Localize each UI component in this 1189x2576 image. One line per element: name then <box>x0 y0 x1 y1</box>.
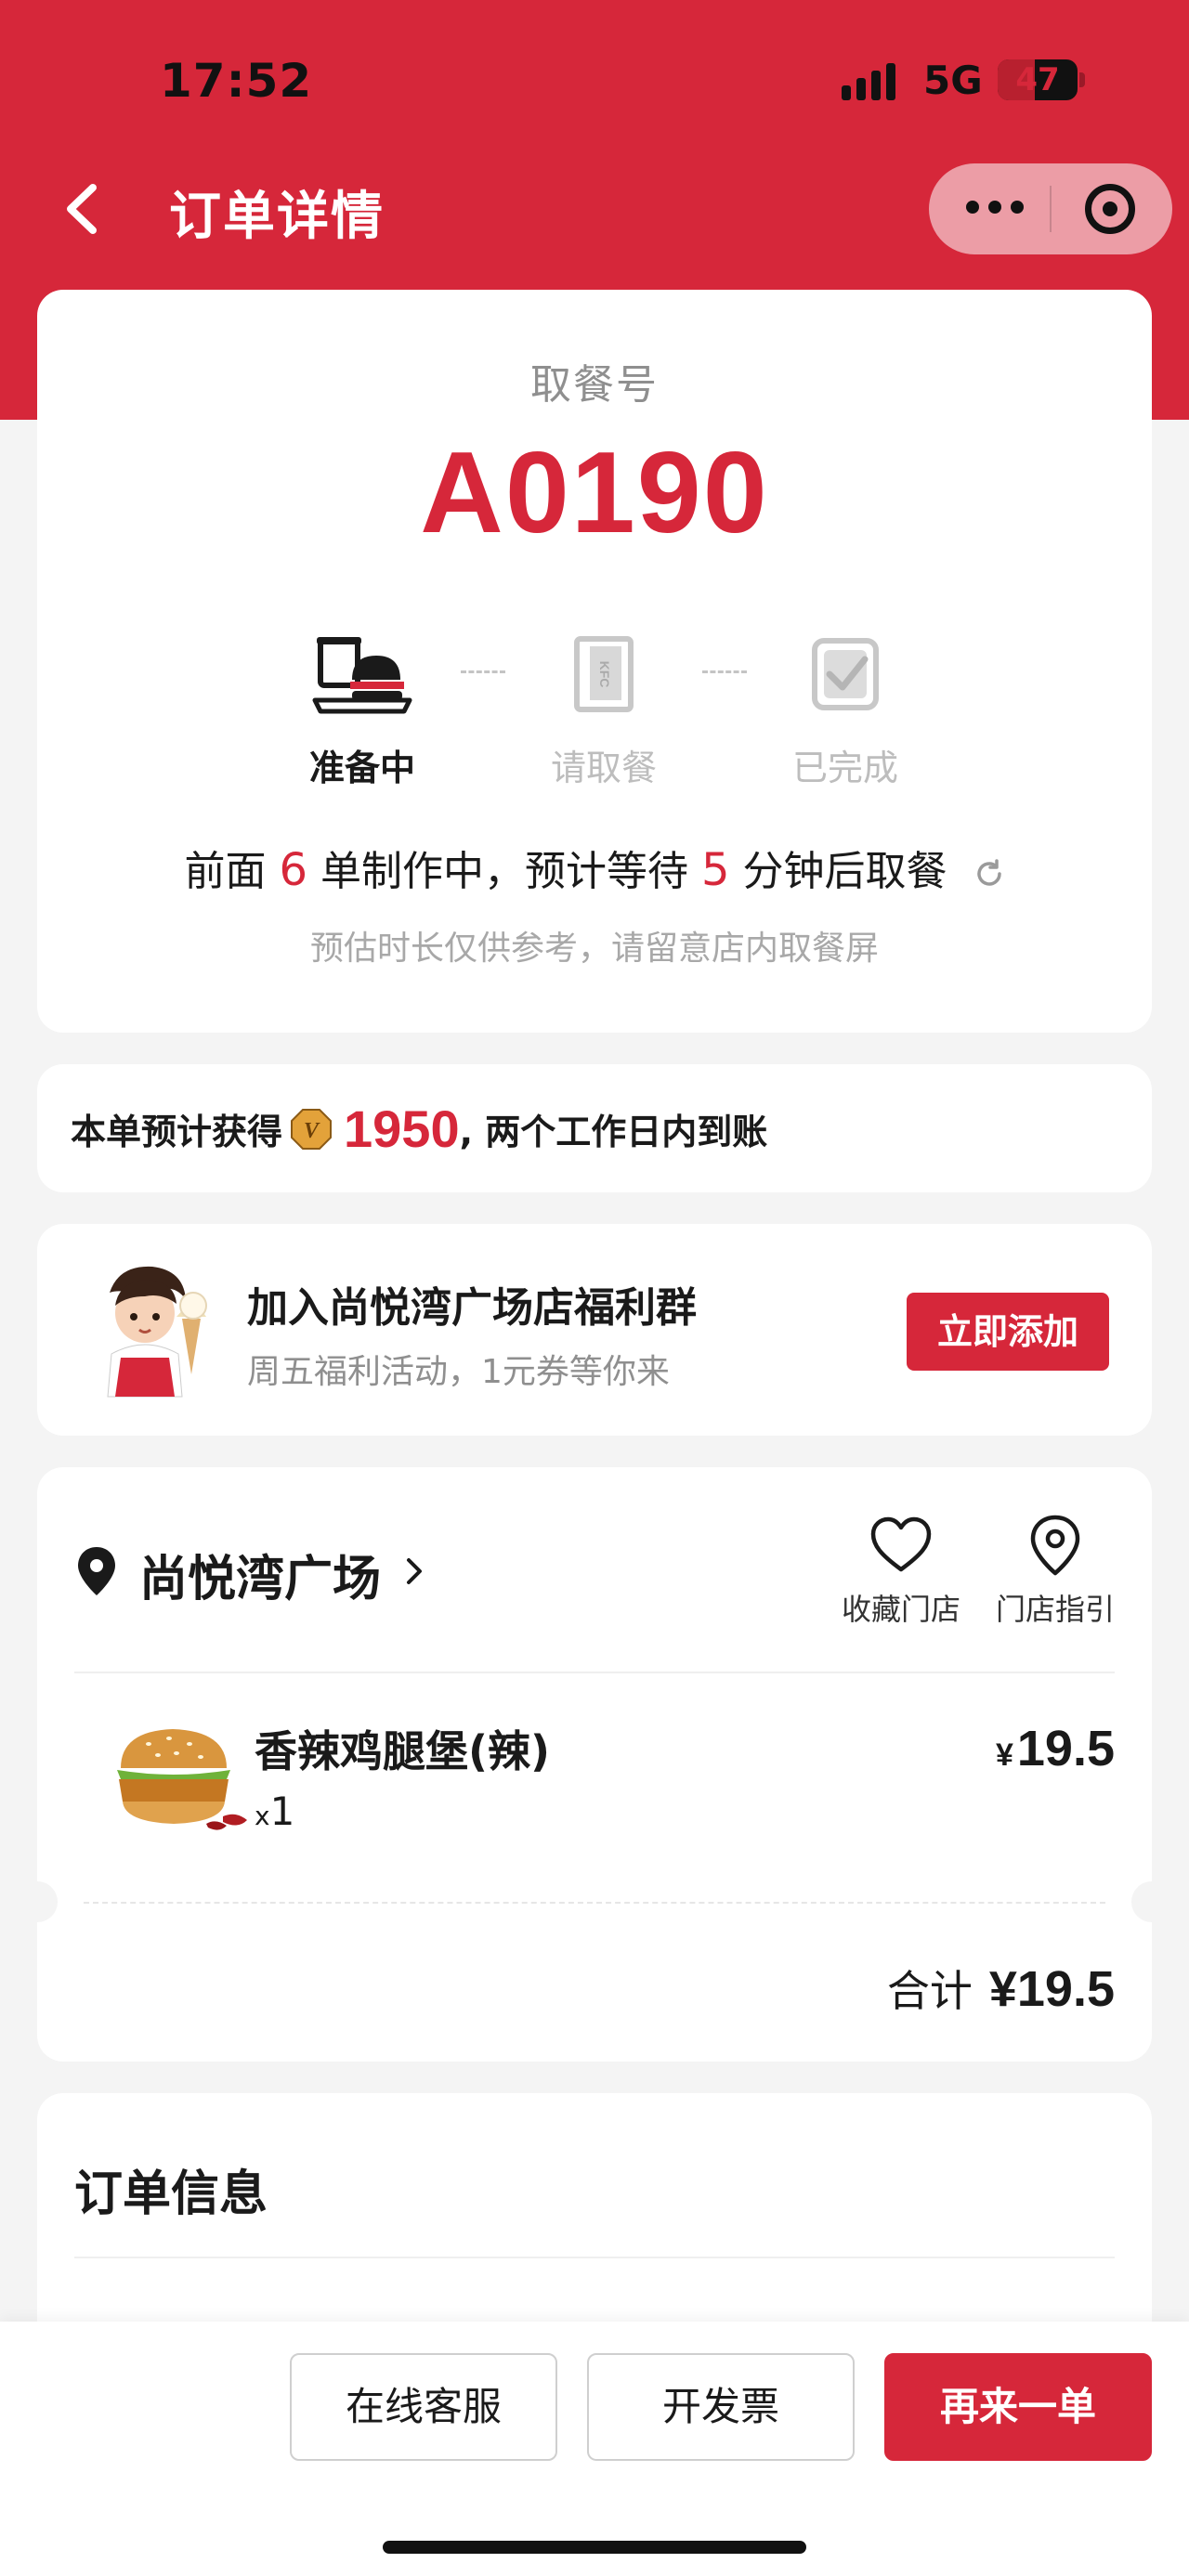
mascot-avatar <box>107 1266 207 1398</box>
store-guide-label: 门店指引 <box>995 1592 1115 1627</box>
favorite-store-label: 收藏门店 <box>841 1592 960 1627</box>
battery-level: 47 <box>1015 61 1060 98</box>
heart-icon <box>870 1516 932 1572</box>
item-price: ¥19.5 <box>996 1720 1115 1777</box>
status-bar: 17:52 5G 47 <box>0 0 1189 158</box>
capsule-divider <box>1050 186 1052 232</box>
svg-text:KFC: KFC <box>597 661 612 688</box>
refresh-icon[interactable] <box>973 858 1005 890</box>
meal-tray-icon <box>312 637 412 714</box>
chevron-left-icon <box>67 184 97 234</box>
currency-symbol: ¥ <box>995 1737 1013 1773</box>
ticket-notch-right <box>1131 1881 1172 1922</box>
kfc-bag-icon: KFC <box>574 636 634 712</box>
item-quantity: x1 <box>255 1789 294 1834</box>
wait-minutes: 5 <box>701 844 730 896</box>
order-info-title: 订单信息 <box>74 2166 268 2222</box>
step-label: 请取餐 <box>550 748 657 788</box>
status-time: 17:52 <box>160 54 313 108</box>
step-label: 已完成 <box>791 748 898 788</box>
total-label: 合计 <box>886 1966 973 2016</box>
points-value: 1950 <box>344 1099 460 1158</box>
home-indicator[interactable] <box>383 2541 806 2554</box>
step-ready-for-pickup: KFC 请取餐 <box>539 633 669 790</box>
wait-suffix: 分钟后取餐 <box>742 848 947 895</box>
points-prefix: 本单预计获得 <box>71 1112 283 1152</box>
group-subtitle: 周五福利活动，1元券等你来 <box>247 1353 670 1391</box>
orders-ahead: 6 <box>279 844 307 896</box>
ticket-notch-left <box>17 1881 58 1922</box>
qty-value: 1 <box>269 1789 295 1834</box>
signal-icon <box>842 59 895 100</box>
pickup-number: A0190 <box>420 429 769 557</box>
divider <box>74 1672 1115 1673</box>
location-guide-icon <box>1030 1515 1080 1576</box>
points-card: 本单预计获得 V 1950 , 两个工作日内到账 <box>37 1064 1152 1192</box>
reorder-button[interactable]: 再来一单 <box>884 2353 1152 2461</box>
online-service-button[interactable]: 在线客服 <box>290 2353 557 2461</box>
location-pin-icon <box>78 1547 115 1595</box>
step-preparing: 准备中 <box>297 633 427 790</box>
svg-text:V: V <box>304 1119 320 1143</box>
divider <box>74 2257 1115 2258</box>
store-order-card: 尚悦湾广场 收藏门店 门店指引 香辣鸡腿堡(辣) x1 ¥19.5 合计 ¥19… <box>17 1467 1172 2062</box>
back-button[interactable] <box>56 176 111 241</box>
order-detail-page: 17:52 5G 47 订单详情 取餐号 A0190 准备中 KFC 请取餐 已… <box>0 0 1189 2576</box>
v-coin-icon: V <box>291 1108 333 1150</box>
order-total: 合计 ¥19.5 <box>887 1958 1115 2019</box>
wait-middle: 单制作中，预计等待 <box>320 848 688 895</box>
points-suffix: , 两个工作日内到账 <box>459 1112 768 1152</box>
page-title: 订单详情 <box>169 187 385 247</box>
more-menu-button[interactable] <box>966 201 1024 214</box>
pickup-card: 取餐号 A0190 准备中 KFC 请取餐 已完成 前面 6 单制作中，预计等待… <box>37 290 1152 1033</box>
step-completed: 已完成 <box>780 633 910 790</box>
group-title: 加入尚悦湾广场店福利群 <box>247 1284 697 1332</box>
chevron-right-icon[interactable] <box>401 1553 427 1590</box>
join-group-button[interactable]: 立即添加 <box>907 1293 1109 1371</box>
item-name: 香辣鸡腿堡(辣) <box>255 1726 551 1776</box>
dashed-divider <box>84 1902 1105 1904</box>
estimate-note: 预估时长仅供参考，请留意店内取餐屏 <box>309 930 879 968</box>
wait-estimate: 前面 6 单制作中，预计等待 5 分钟后取餐 <box>37 838 1152 897</box>
close-mini-program-button[interactable] <box>1085 184 1135 234</box>
store-guide-button[interactable]: 门店指引 <box>990 1512 1120 1629</box>
qty-prefix: x <box>255 1801 270 1831</box>
order-progress-steps: 准备中 KFC 请取餐 已完成 <box>297 633 910 791</box>
bottom-action-bar: 在线客服 开发票 再来一单 <box>0 2322 1189 2576</box>
battery-tip <box>1079 72 1085 87</box>
step-connector <box>461 670 505 673</box>
wait-prefix: 前面 <box>184 848 267 895</box>
total-value: ¥19.5 <box>988 1961 1115 2017</box>
step-connector <box>702 670 747 673</box>
points-line: 本单预计获得 V 1950 , 两个工作日内到账 <box>71 1099 768 1158</box>
battery-icon: 47 <box>998 59 1078 100</box>
mini-program-capsule <box>929 163 1172 254</box>
burger-image <box>117 1729 247 1830</box>
pickup-number-label: 取餐号 <box>530 361 659 409</box>
network-type: 5G <box>923 58 983 103</box>
welfare-group-card: 加入尚悦湾广场店福利群 周五福利活动，1元券等你来 立即添加 <box>37 1224 1152 1436</box>
store-name-link[interactable]: 尚悦湾广场 <box>139 1540 381 1609</box>
completed-check-icon <box>812 638 879 710</box>
step-label: 准备中 <box>308 748 415 788</box>
invoice-button[interactable]: 开发票 <box>587 2353 855 2461</box>
favorite-store-button[interactable]: 收藏门店 <box>836 1512 966 1629</box>
price-value: 19.5 <box>1016 1721 1115 1776</box>
